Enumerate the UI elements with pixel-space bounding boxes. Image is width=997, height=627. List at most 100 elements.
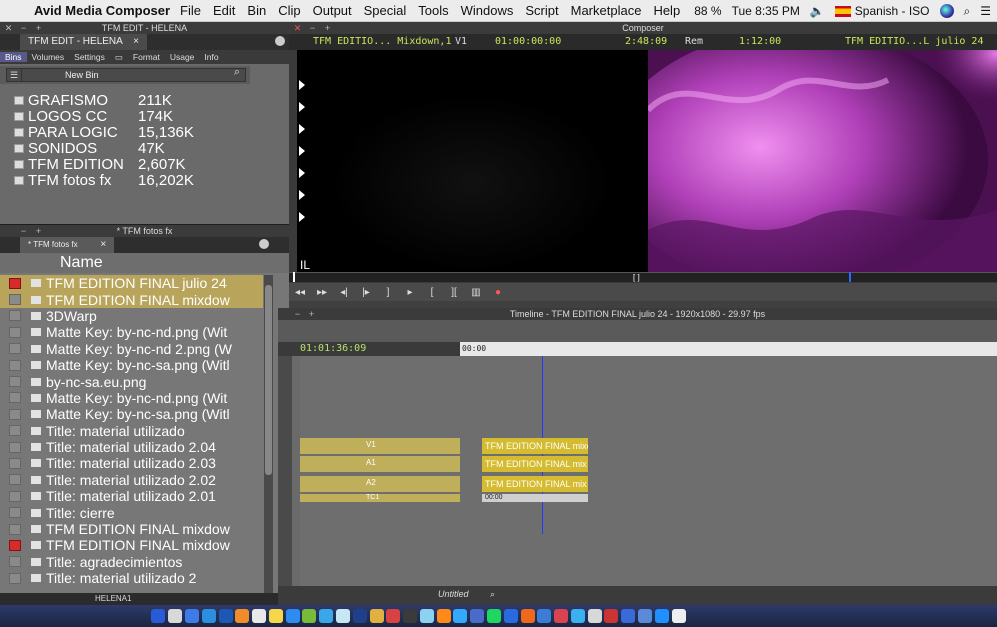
tab-bins[interactable]: Bins	[0, 52, 27, 62]
tab-format[interactable]: Format	[128, 52, 165, 62]
tab-volumes[interactable]: Volumes	[27, 52, 70, 62]
clip-color-swatch[interactable]	[9, 294, 21, 306]
dock-app-icon[interactable]	[302, 609, 317, 623]
mark-clip-icon[interactable]: ][	[443, 287, 465, 298]
clip-color-swatch[interactable]	[9, 539, 21, 551]
dock-app-icon[interactable]	[403, 609, 418, 623]
clip-color-swatch[interactable]	[9, 507, 21, 519]
maximize-icon[interactable]: +	[33, 226, 44, 236]
app-menu[interactable]: Avid Media Composer	[34, 3, 170, 18]
close-icon[interactable]: ✕	[3, 23, 14, 33]
master-timecode[interactable]: 01:01:36:09	[300, 343, 366, 354]
clear-marks-icon[interactable]: ▥	[465, 287, 487, 298]
source-position-indicator[interactable]	[293, 272, 295, 282]
bin-item[interactable]: PARA LOGIC 15,136K	[8, 124, 278, 141]
record-icon[interactable]: ●	[487, 287, 509, 298]
maximize-icon[interactable]: +	[33, 23, 44, 33]
source-clip-menu[interactable]: TFM EDITIO... Mixdown,1	[313, 36, 451, 47]
clip-color-swatch[interactable]	[9, 556, 21, 568]
dock-app-icon[interactable]	[369, 609, 384, 623]
clip-color-swatch[interactable]	[9, 277, 21, 289]
dock-app-icon[interactable]	[671, 609, 686, 623]
menu-script[interactable]: Script	[525, 3, 558, 18]
clip-row[interactable]: Matte Key: by-nc-nd.png (Wit	[0, 390, 263, 406]
timeline-clip-a1[interactable]: TFM EDITION FINAL mix	[482, 456, 588, 472]
track-head-tc1[interactable]: TC1	[300, 494, 460, 502]
clip-color-swatch[interactable]	[9, 359, 21, 371]
search-bin-icon[interactable]: ⌕	[234, 66, 240, 79]
dock-app-icon[interactable]	[151, 609, 166, 623]
step-forward-icon[interactable]: ▸▸	[311, 287, 333, 298]
format-icon[interactable]: ▭	[110, 52, 128, 63]
dock-app-icon[interactable]	[419, 609, 434, 623]
minimize-icon[interactable]: −	[307, 23, 318, 33]
tab-settings[interactable]: Settings	[69, 52, 110, 62]
dock-app-icon[interactable]	[352, 609, 367, 623]
bin-view-label[interactable]: HELENA1	[95, 594, 131, 603]
name-column-header[interactable]: Name	[0, 253, 289, 273]
clip-color-swatch[interactable]	[9, 425, 21, 437]
timeline-clip-v1[interactable]: TFM EDITION FINAL mixd	[482, 438, 588, 454]
dock-app-icon[interactable]	[470, 609, 485, 623]
menu-marketplace[interactable]: Marketplace	[571, 3, 642, 18]
dock-app-icon[interactable]	[654, 609, 669, 623]
minimize-icon[interactable]: −	[292, 309, 303, 319]
track-head-v1[interactable]: V1	[300, 438, 460, 454]
duration-display[interactable]: 2:48:09	[625, 36, 667, 47]
project-window-titlebar[interactable]: ✕ − + TFM EDIT - HELENA	[0, 22, 289, 34]
dock-app-icon[interactable]	[184, 609, 199, 623]
bin-item[interactable]: TFM fotos fx 16,202K	[8, 172, 278, 189]
clip-row[interactable]: by-nc-sa.eu.png	[0, 373, 263, 390]
clip-row[interactable]: Title: material utilizado 2.01	[0, 488, 263, 504]
menu-bin[interactable]: Bin	[247, 3, 266, 18]
clip-row[interactable]: Title: material utilizado 2.03	[0, 455, 263, 471]
record-position-indicator[interactable]	[849, 272, 851, 282]
tab-usage[interactable]: Usage	[165, 52, 200, 62]
menu-edit[interactable]: Edit	[213, 3, 235, 18]
menu-file[interactable]: File	[180, 3, 201, 18]
maximize-icon[interactable]: +	[322, 23, 333, 33]
dock-app-icon[interactable]	[520, 609, 535, 623]
record-clip-menu[interactable]: TFM EDITIO...L julio 24	[845, 36, 983, 47]
dock-app-icon[interactable]	[235, 609, 250, 623]
position-bar[interactable]: [ ]	[289, 272, 997, 282]
sequence-name[interactable]: Untitled	[438, 589, 469, 599]
track-head-a1[interactable]: A1	[300, 456, 460, 472]
bin-menu-icon[interactable]: ☰	[6, 68, 22, 82]
clip-row[interactable]: Title: material utilizado 2.04	[0, 439, 263, 455]
siri-icon[interactable]	[939, 4, 954, 19]
close-icon[interactable]: ✕	[292, 23, 303, 33]
clip-color-swatch[interactable]	[9, 326, 21, 338]
dock-app-icon[interactable]	[386, 609, 401, 623]
menu-special[interactable]: Special	[364, 3, 407, 18]
dock-app-icon[interactable]	[252, 609, 267, 623]
clip-color-swatch[interactable]	[9, 376, 21, 388]
record-monitor[interactable]	[648, 50, 997, 272]
dock-app-icon[interactable]	[335, 609, 350, 623]
source-timecode[interactable]: 01:00:00:00	[495, 36, 561, 47]
remaining-display[interactable]: 1:12:00	[739, 36, 781, 47]
clip-color-swatch[interactable]	[9, 474, 21, 486]
frame-forward-icon[interactable]: |▸	[355, 287, 377, 298]
close-tab-icon[interactable]: ×	[133, 36, 139, 47]
dock-app-icon[interactable]	[319, 609, 334, 623]
clip-row[interactable]: Matte Key: by-nc-nd.png (Wit	[0, 324, 263, 340]
mark-out-icon[interactable]: ]	[377, 287, 399, 298]
dock-app-icon[interactable]	[218, 609, 233, 623]
play-icon[interactable]: ▸	[399, 287, 421, 298]
clip-row[interactable]: Matte Key: by-nc-sa.png (Witl	[0, 406, 263, 422]
clip-row[interactable]: TFM EDITION FINAL mixdow	[0, 537, 263, 553]
bin-item[interactable]: GRAFISMO 211K	[8, 92, 278, 109]
clip-color-swatch[interactable]	[9, 343, 21, 355]
project-tab[interactable]: TFM EDIT - HELENA ×	[20, 34, 147, 50]
menu-clip[interactable]: Clip	[278, 3, 300, 18]
close-tab-icon[interactable]: ×	[100, 239, 106, 250]
dock-app-icon[interactable]	[453, 609, 468, 623]
clip-row[interactable]: 3DWarp	[0, 308, 263, 324]
volume-icon[interactable]: 🔈	[810, 4, 825, 18]
dock-app-icon[interactable]	[168, 609, 183, 623]
step-back-icon[interactable]: ◂◂	[289, 287, 311, 298]
clip-row[interactable]: Title: material utilizado	[0, 423, 263, 439]
tab-info[interactable]: Info	[199, 52, 223, 62]
bin-item[interactable]: LOGOS CC 174K	[8, 108, 278, 125]
